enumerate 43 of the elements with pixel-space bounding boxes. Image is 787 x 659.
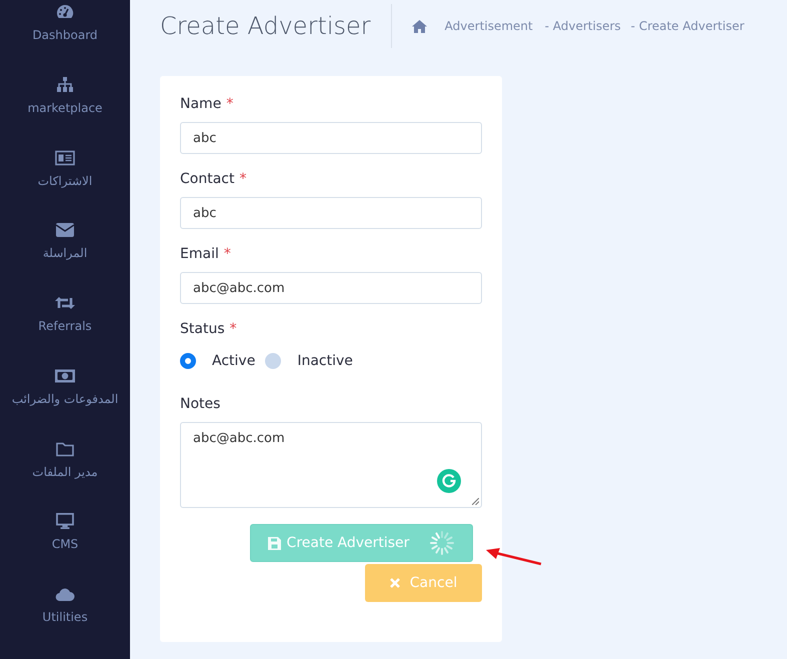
- monitor-icon: [55, 513, 75, 530]
- nav-item[interactable]: المراسلة: [0, 222, 130, 296]
- breadcrumb-link[interactable]: - Advertisers: [544, 19, 621, 33]
- text-area[interactable]: abc@abc.com: [180, 422, 482, 508]
- field-label: Email: [180, 246, 219, 262]
- input-field[interactable]: abc: [180, 122, 482, 154]
- field-label: Name: [180, 96, 222, 112]
- sitemap-icon: [56, 76, 74, 93]
- save-icon: [268, 536, 281, 550]
- banknote-icon: [55, 368, 75, 384]
- nav-item[interactable]: marketplace: [0, 76, 130, 150]
- retweet-icon: [55, 295, 75, 312]
- nav-item[interactable]: Referrals: [0, 295, 130, 368]
- folder-icon: [56, 440, 74, 457]
- nav-item[interactable]: الاشتراكات: [0, 150, 130, 222]
- field-label: Contact: [180, 171, 234, 187]
- envelope-icon: [56, 222, 74, 238]
- nav-item[interactable]: Dashboard: [0, 4, 130, 77]
- field-label: Status: [180, 321, 225, 337]
- resize-handle-icon[interactable]: [472, 498, 479, 505]
- field-label: Notes: [180, 396, 220, 412]
- required-mark: *: [239, 171, 246, 187]
- required-mark: *: [226, 96, 234, 112]
- breadcrumb-link[interactable]: - Create Advertiser: [630, 19, 744, 33]
- nav-item[interactable]: Utilities: [0, 586, 130, 659]
- input-field[interactable]: abc: [180, 197, 482, 229]
- cloud-icon: [55, 586, 75, 602]
- radio-option[interactable]: Active: [180, 353, 256, 369]
- breadcrumb-link[interactable]: Advertisement: [444, 19, 533, 33]
- required-mark: *: [230, 321, 237, 337]
- annotation-arrow: [484, 547, 544, 567]
- close-icon: [390, 578, 400, 588]
- grammar-assistant-icon[interactable]: [437, 469, 461, 493]
- nav-item[interactable]: مدير الملفات: [0, 440, 130, 514]
- radio-option[interactable]: Inactive: [265, 353, 353, 369]
- page-title: Create Advertiser: [160, 4, 392, 48]
- gauge-icon: [56, 4, 74, 20]
- nav-item[interactable]: CMS: [0, 513, 130, 586]
- id-card-icon: [55, 150, 75, 166]
- nav-item[interactable]: المدفوعات والضرائب: [0, 368, 130, 441]
- input-field[interactable]: abc@abc.com: [180, 272, 482, 304]
- home-icon[interactable]: [412, 20, 427, 32]
- required-mark: *: [224, 246, 231, 262]
